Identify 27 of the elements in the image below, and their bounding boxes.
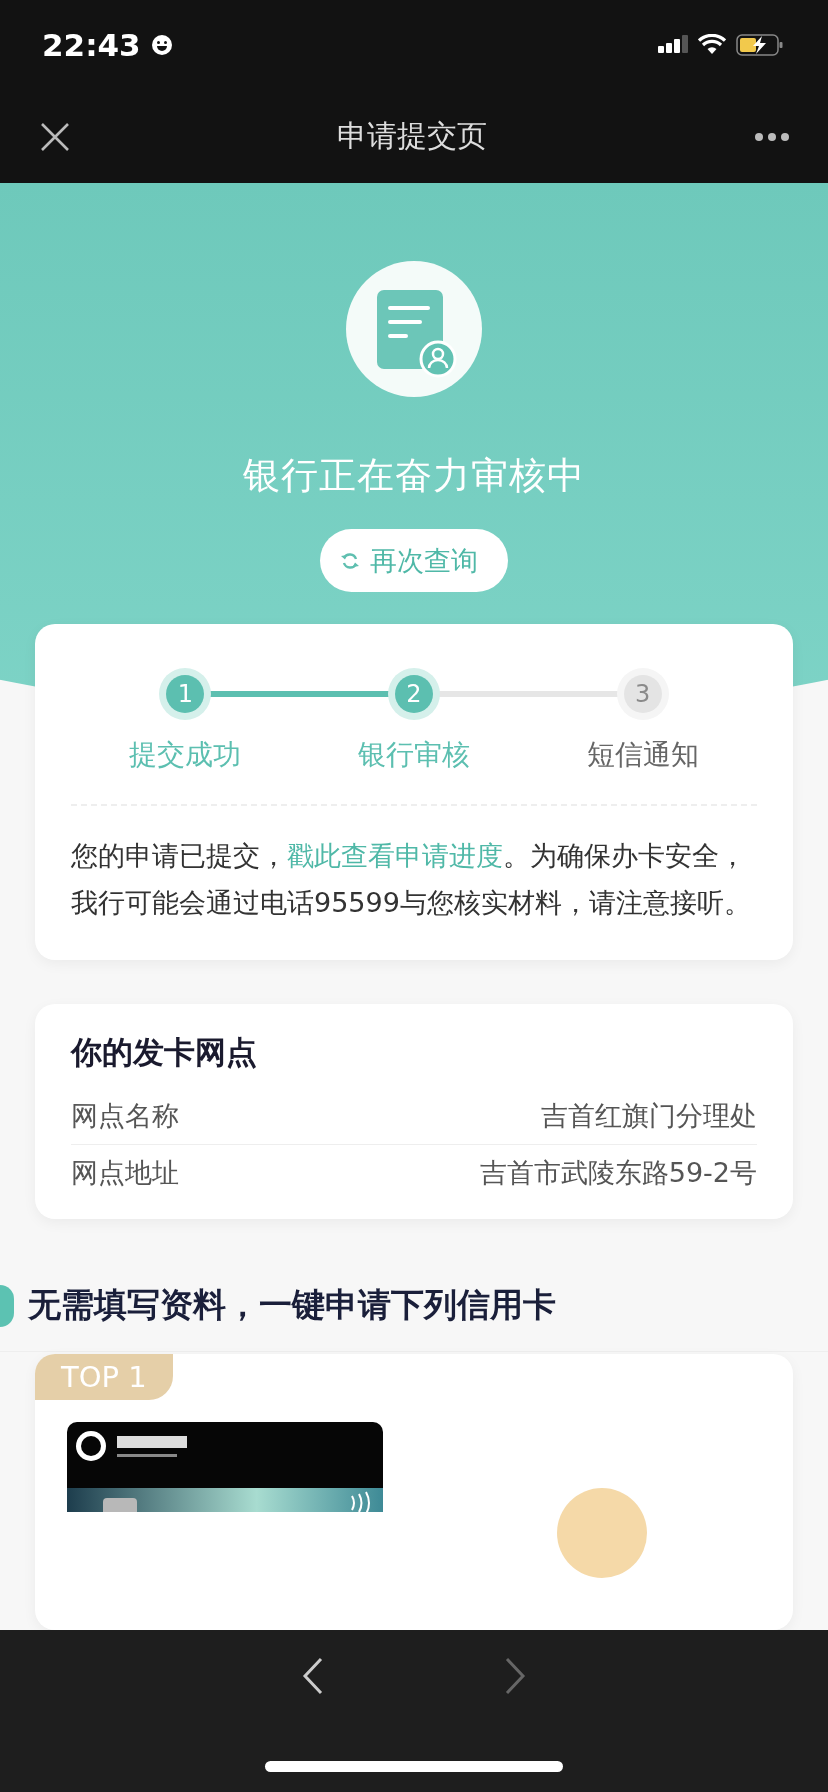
rank-badge: TOP 1: [35, 1354, 173, 1400]
field-value: 吉首市武陵东路59-2号: [479, 1156, 757, 1190]
branch-title: 你的发卡网点: [71, 1033, 258, 1072]
close-icon[interactable]: [40, 121, 70, 152]
refresh-button[interactable]: 再次查询: [320, 529, 508, 592]
smiley-icon: [150, 34, 173, 56]
document-person-icon: [346, 261, 482, 397]
signal-icon: [658, 34, 688, 56]
wifi-icon: [698, 34, 726, 56]
step-label: 银行审核: [358, 737, 470, 773]
field-label: 网点名称: [71, 1099, 179, 1133]
step-label: 提交成功: [129, 737, 242, 773]
offer-card[interactable]: TOP 1: [35, 1354, 793, 1630]
progress-link[interactable]: 戳此查看申请进度: [287, 840, 503, 871]
field-value: 吉首红旗门分理处: [541, 1099, 757, 1133]
step-label: 短信通知: [586, 737, 699, 773]
section-marker: [0, 1284, 14, 1327]
status-time: 22:43: [42, 27, 141, 63]
page-title: 申请提交页: [337, 117, 487, 155]
battery-icon: [736, 33, 784, 57]
more-icon[interactable]: [754, 131, 790, 142]
back-icon[interactable]: [302, 1657, 324, 1695]
section-title: 无需填写资料，一键申请下列信用卡: [28, 1284, 556, 1326]
review-status-title: 银行正在奋力审核中: [243, 453, 585, 499]
refresh-icon: [340, 550, 360, 571]
submission-message: 您的申请已提交，戳此查看申请进度。为确保办卡安全，我行可能会通过电话95599与您核实材料，请注意接听。: [71, 839, 752, 920]
field-label: 网点地址: [71, 1156, 179, 1190]
